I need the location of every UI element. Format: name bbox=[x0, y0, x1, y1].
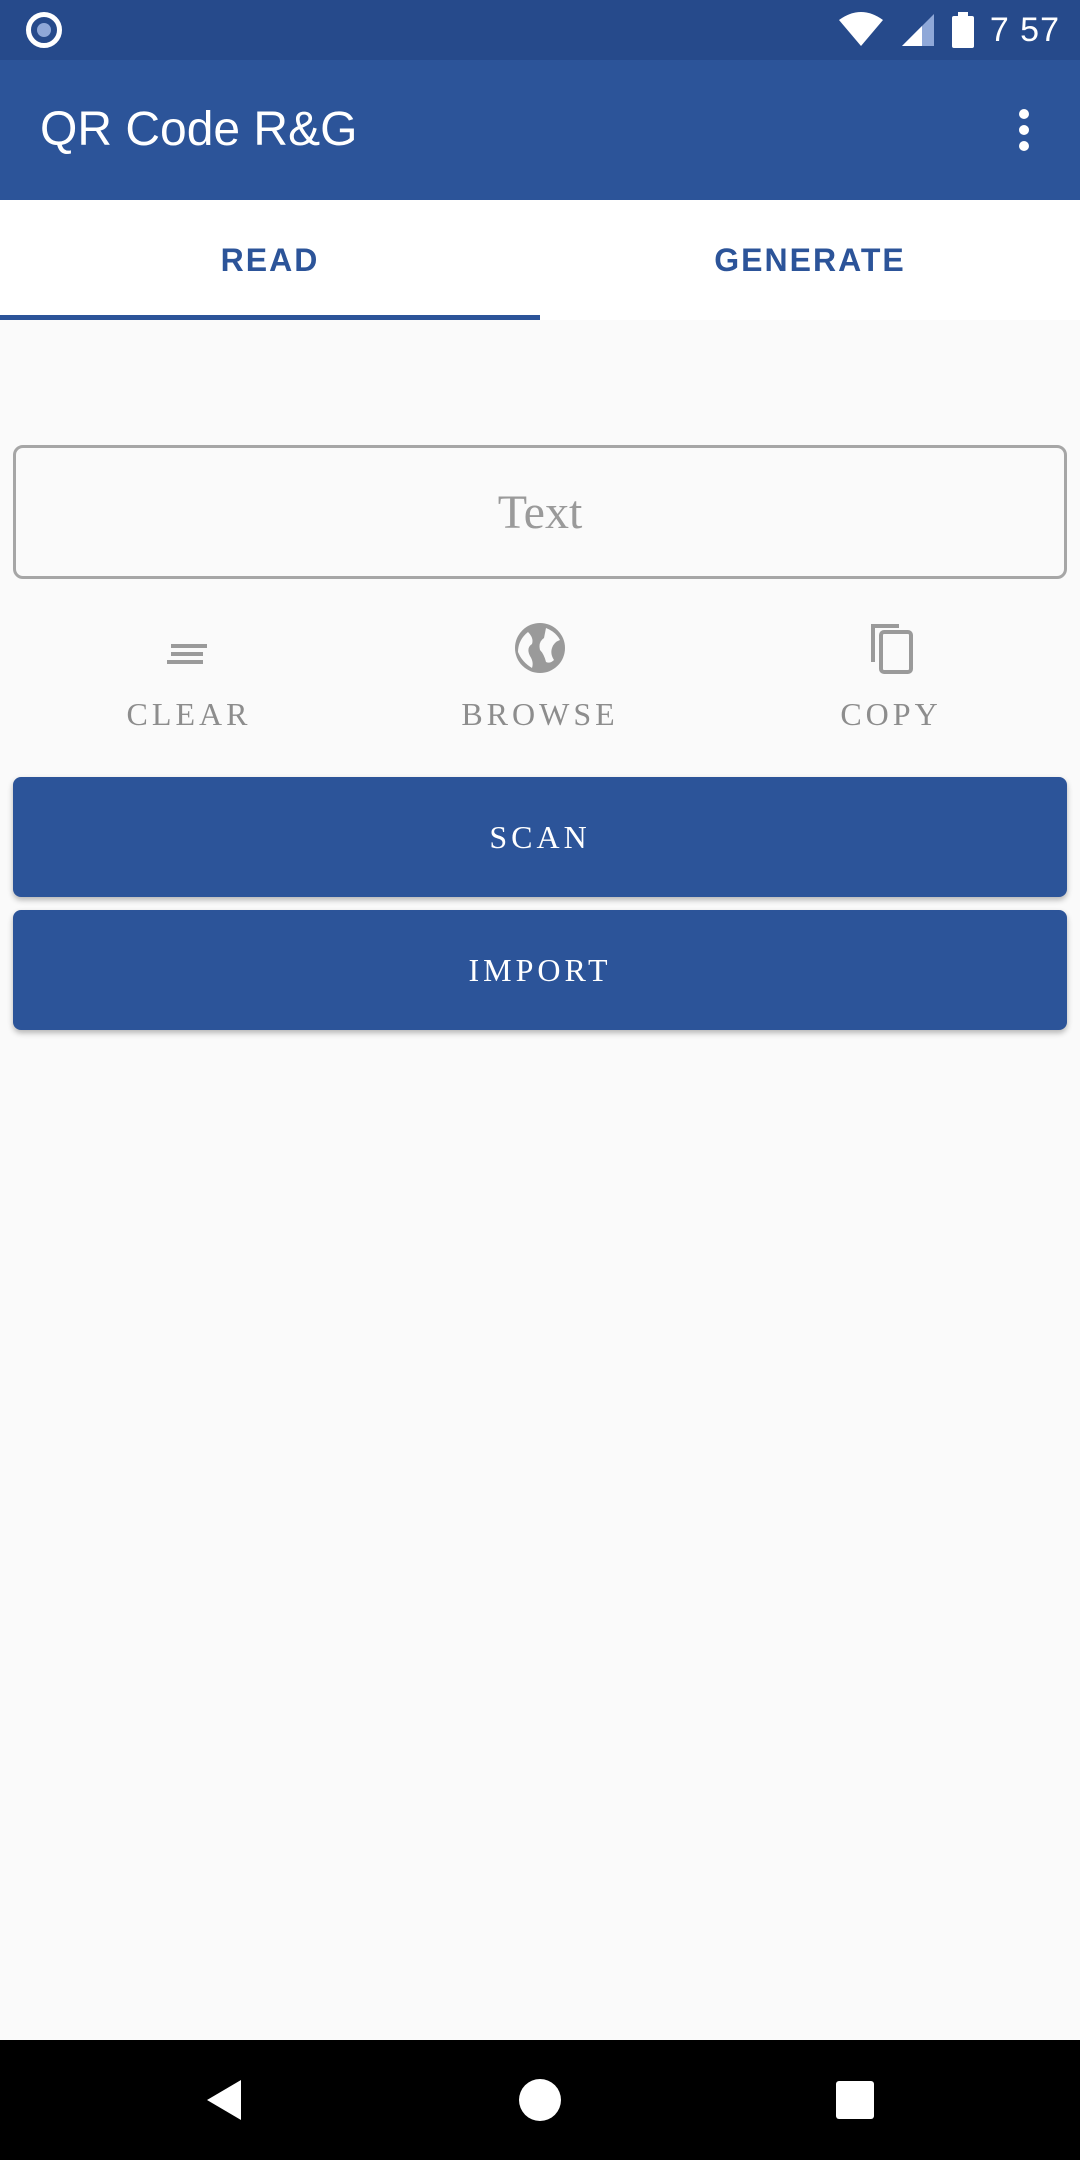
tab-generate-label: GENERATE bbox=[714, 242, 906, 278]
action-row: CLEAR BROWSE COPY bbox=[0, 610, 1080, 740]
status-time: 7 57 bbox=[989, 10, 1060, 49]
clear-button[interactable]: CLEAR bbox=[64, 610, 314, 740]
scan-button-label: SCAN bbox=[489, 818, 591, 855]
home-icon[interactable] bbox=[510, 2070, 570, 2130]
recents-icon[interactable] bbox=[825, 2070, 885, 2130]
navigation-bar bbox=[0, 2040, 1080, 2160]
more-vert-icon[interactable] bbox=[994, 100, 1054, 160]
tab-bar: READ GENERATE bbox=[0, 200, 1080, 320]
back-icon[interactable] bbox=[195, 2070, 255, 2130]
tab-selected-indicator bbox=[0, 315, 540, 320]
import-button-label: IMPORT bbox=[468, 951, 612, 988]
scan-button[interactable]: SCAN bbox=[13, 777, 1067, 897]
notification-dot-icon bbox=[26, 12, 62, 48]
globe-icon bbox=[515, 623, 565, 673]
wifi-icon bbox=[838, 12, 883, 46]
battery-icon bbox=[951, 12, 974, 48]
status-icons: 7 57 bbox=[838, 8, 1060, 52]
status-bar: 7 57 bbox=[0, 0, 1080, 60]
app-title: QR Code R&G bbox=[40, 103, 358, 156]
cellular-signal-icon bbox=[901, 14, 934, 46]
app-bar: QR Code R&G bbox=[0, 60, 1080, 200]
clear-lines-icon bbox=[167, 644, 207, 664]
text-input[interactable] bbox=[13, 445, 1067, 579]
browse-button[interactable]: BROWSE bbox=[415, 610, 665, 740]
clear-label: CLEAR bbox=[126, 696, 252, 732]
browse-label: BROWSE bbox=[461, 696, 619, 732]
tab-generate[interactable]: GENERATE bbox=[540, 200, 1080, 320]
copy-label: COPY bbox=[840, 696, 942, 732]
tab-read[interactable]: READ bbox=[0, 200, 540, 320]
copy-icon bbox=[871, 624, 913, 674]
copy-button[interactable]: COPY bbox=[766, 610, 1016, 740]
import-button[interactable]: IMPORT bbox=[13, 910, 1067, 1030]
tab-read-label: READ bbox=[220, 242, 320, 278]
